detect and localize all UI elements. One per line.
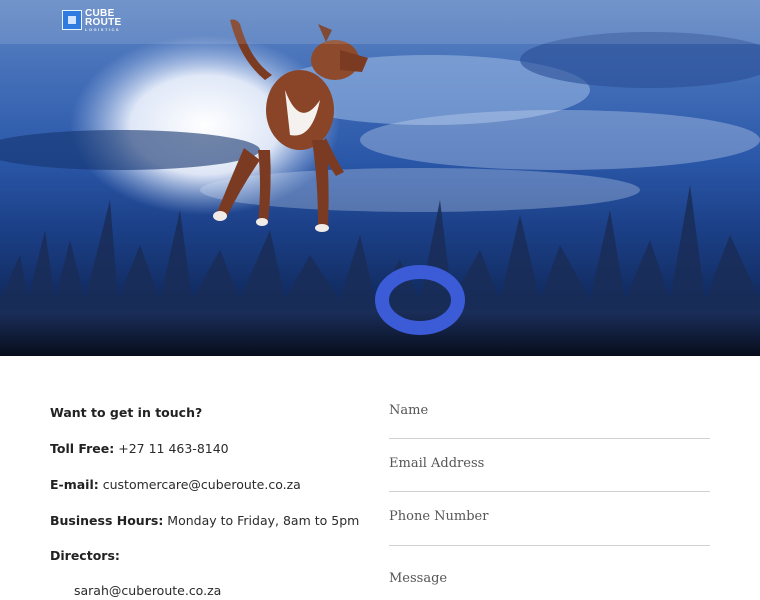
email-link[interactable]: customercare@cuberoute.co.za bbox=[103, 477, 301, 492]
email-label: E-mail: bbox=[50, 477, 99, 492]
toll-free-number[interactable]: +27 11 463-8140 bbox=[118, 441, 228, 456]
email-input[interactable] bbox=[389, 448, 710, 471]
phone-underline bbox=[389, 545, 710, 546]
contact-heading: Want to get in touch? bbox=[50, 405, 203, 420]
directors-label: Directors: bbox=[50, 548, 120, 563]
name-input[interactable] bbox=[389, 395, 710, 418]
toll-free-line: Toll Free: +27 11 463-8140 bbox=[50, 441, 229, 456]
business-hours-value: Monday to Friday, 8am to 5pm bbox=[167, 513, 360, 528]
cube-logo-icon bbox=[62, 10, 82, 30]
email-line: E-mail: customercare@cuberoute.co.za bbox=[50, 477, 301, 492]
hero-image bbox=[0, 19, 760, 356]
name-field bbox=[389, 395, 710, 439]
business-hours-label: Business Hours: bbox=[50, 513, 164, 528]
name-underline bbox=[389, 438, 710, 439]
director-email-link[interactable]: sarah@cuberoute.co.za bbox=[74, 583, 221, 598]
hero-banner: CUBE ROUTE LOGISTICS bbox=[0, 0, 760, 356]
message-input[interactable] bbox=[389, 563, 710, 593]
email-underline bbox=[389, 491, 710, 492]
phone-input[interactable] bbox=[389, 501, 710, 524]
phone-field bbox=[389, 501, 710, 546]
business-hours-line: Business Hours: Monday to Friday, 8am to… bbox=[50, 513, 359, 528]
email-field bbox=[389, 448, 710, 492]
logo-wordmark: CUBE ROUTE LOGISTICS bbox=[85, 8, 122, 33]
toll-free-label: Toll Free: bbox=[50, 441, 115, 456]
cube-route-logo[interactable]: CUBE ROUTE LOGISTICS bbox=[62, 9, 122, 33]
message-field bbox=[389, 563, 710, 593]
